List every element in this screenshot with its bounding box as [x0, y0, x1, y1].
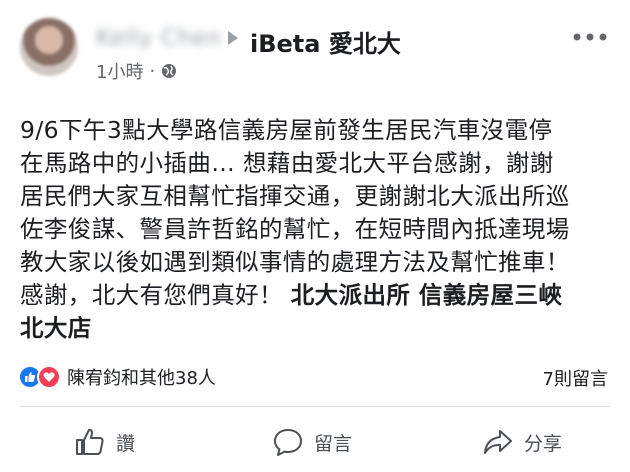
post-text-line: 感謝，北大有您們真好！ 北大派出所 信義房屋三峽: [20, 279, 620, 312]
share-button[interactable]: 分享: [482, 424, 562, 460]
comment-label: 留言: [314, 432, 353, 455]
post-timestamp[interactable]: 1小時: [96, 58, 143, 84]
more-icon[interactable]: [570, 30, 610, 44]
thumbs-up-icon: [76, 428, 104, 455]
author-name[interactable]: Kelly Chen: [96, 26, 222, 51]
post-text: 9/6下午3點大學路信義房屋前發生居民汽車沒電停 在馬路中的小插曲… 想藉由愛北…: [20, 114, 620, 345]
post-text-line: 佐李俊謀、警員許哲銘的幫忙，在短時間內抵達現場: [20, 215, 570, 243]
like-button[interactable]: 讚: [74, 424, 135, 460]
comments-count[interactable]: 7則留言: [543, 365, 608, 391]
tagged-pages[interactable]: 北大派出所 信義房屋三峽: [291, 281, 562, 309]
post-text-line: 教大家以後如遇到類似事情的處理方法及幫忙推車！: [20, 248, 570, 276]
reactions-summary[interactable]: 陳宥鈞和其他38人: [18, 364, 216, 390]
arrow-icon: [228, 31, 238, 45]
tagged-page-continuation[interactable]: 北大店: [20, 314, 92, 342]
facebook-post: Kelly Chen iBeta 愛北大 1小時 · 9/6下午3點大學路信義房…: [0, 0, 630, 472]
share-label: 分享: [524, 432, 563, 455]
like-label: 讚: [116, 432, 136, 455]
comment-button[interactable]: 留言: [272, 424, 352, 460]
post-text-line: 在馬路中的小插曲… 想藉由愛北大平台感謝，謝謝: [20, 149, 554, 177]
post-text-plain: 感謝，北大有您們真好！: [20, 281, 291, 309]
share-icon: [484, 430, 512, 454]
post-text-line: 北大店: [20, 312, 620, 345]
post-meta: 1小時 ·: [96, 58, 177, 84]
post-text-line: 9/6下午3點大學路信義房屋前發生居民汽車沒電停: [20, 116, 553, 144]
comment-icon: [274, 429, 302, 456]
post-text-line: 居民們大家互相幫忙指揮交通，更謝謝北大派出所巡: [20, 182, 570, 210]
reactors-text[interactable]: 陳宥鈞和其他38人: [67, 364, 216, 390]
group-name[interactable]: iBeta 愛北大: [250, 24, 401, 59]
globe-icon[interactable]: [161, 63, 177, 79]
meta-separator: ·: [149, 60, 156, 82]
divider: [20, 406, 610, 407]
avatar[interactable]: [20, 18, 78, 76]
love-icon: [37, 365, 61, 389]
